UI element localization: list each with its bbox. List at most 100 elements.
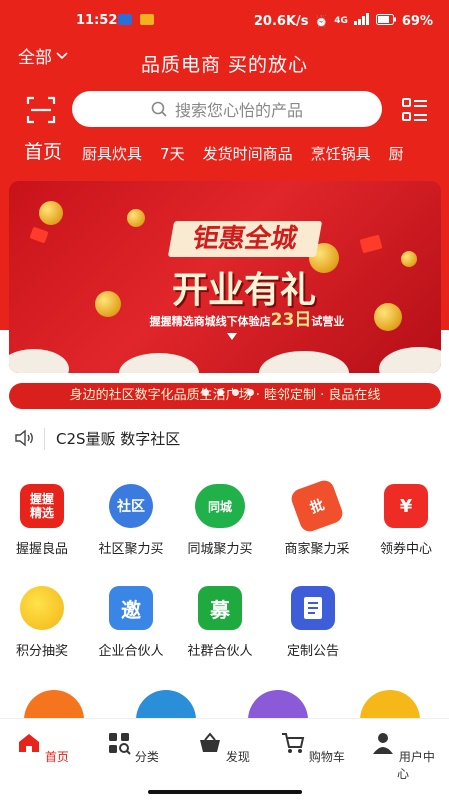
coin-icon: [39, 201, 63, 225]
status-time: 11:52: [76, 13, 118, 28]
banner-title-1: 钜惠全城: [167, 221, 323, 257]
banner-sub-date: 23日: [270, 310, 312, 330]
alarm-icon: ⏰: [314, 14, 329, 28]
notification-icon: [118, 14, 132, 25]
arrow-down-icon: [227, 333, 237, 340]
cloud-decoration: [259, 351, 349, 373]
grid-label: 商家聚力采: [284, 542, 350, 557]
community-clock-icon: 社区: [109, 484, 153, 528]
scan-icon[interactable]: [26, 95, 56, 125]
grid-label: 定制公告: [286, 644, 339, 659]
carousel-dots: [202, 389, 254, 396]
notice-text: C2S量贩 数字社区: [56, 430, 181, 448]
carousel-dot[interactable]: [217, 389, 224, 396]
promo-banner[interactable]: 钜惠全城 开业有礼 握握精选商城线下体验店23日试营业: [9, 181, 441, 373]
search-placeholder: 搜索您心怡的产品: [174, 101, 303, 120]
category-icon: [109, 733, 131, 755]
grid-label: 社群合伙人: [187, 644, 253, 659]
grid-label: 企业合伙人: [98, 644, 164, 659]
nav-category[interactable]: 分类: [98, 731, 168, 765]
grid-item-same-city-buy[interactable]: 同城 同城聚力买: [175, 484, 265, 557]
grid-item-woowo-goods[interactable]: 握握 精选 握握良品: [0, 484, 87, 557]
nav-user-center[interactable]: 用户中心: [368, 731, 438, 782]
status-app-icons: [118, 14, 155, 29]
grid-label: 社区聚力买: [98, 542, 164, 557]
network-type: 4G: [334, 16, 348, 26]
search-input[interactable]: 搜索您心怡的产品: [72, 91, 382, 127]
nav-discover[interactable]: 发现: [189, 731, 259, 765]
nav-label: 购物车: [308, 750, 345, 764]
red-envelope-icon: [29, 226, 49, 244]
wholesale-icon: 批: [288, 477, 346, 535]
category-tabs: 首页 厨具炊具 7天 发货时间商品 烹饪锅具 厨: [0, 136, 449, 164]
coin-icon: [374, 303, 402, 331]
grid-label: 领券中心: [379, 542, 432, 557]
user-icon: [373, 733, 394, 754]
tab-home[interactable]: 首页: [24, 137, 62, 164]
signal-icon: [353, 13, 370, 29]
basket-icon: [200, 732, 221, 752]
search-row: 搜索您心怡的产品: [0, 89, 449, 129]
tab-7days[interactable]: 7天: [160, 143, 185, 164]
carousel-dot[interactable]: [232, 389, 239, 396]
notification-app-icon: [140, 14, 155, 25]
announcement-icon: [291, 586, 335, 630]
cloud-decoration: [119, 353, 199, 373]
speaker-icon: [15, 429, 33, 447]
cloud-decoration: [9, 349, 69, 373]
carousel-dot[interactable]: [247, 389, 254, 396]
battery-level: 69%: [401, 13, 433, 29]
red-envelope-icon: [359, 234, 383, 254]
home-icon: [19, 734, 40, 752]
network-speed: 20.6K/s: [253, 13, 309, 29]
notice-bar[interactable]: C2S量贩 数字社区: [0, 422, 449, 456]
grid-label: 积分抽奖: [15, 644, 68, 659]
cart-icon: [282, 733, 305, 753]
page-slogan: 品质电商 买的放心: [140, 54, 309, 76]
grid-item-custom-announcement[interactable]: 定制公告: [268, 586, 358, 659]
cloud-decoration: [379, 347, 441, 373]
nav-cart[interactable]: 购物车: [278, 731, 348, 765]
nav-label: 首页: [44, 750, 69, 764]
grid-item-points-lottery[interactable]: 积分抽奖: [0, 586, 87, 659]
banner-ticker: 身边的社区数字化品质生活广场 · 睦邻定制 · 良品在线: [9, 383, 441, 409]
coin-icon: [127, 209, 145, 227]
grid-item-coupon-center[interactable]: ¥ 领券中心: [361, 484, 449, 557]
banner-sub-prefix: 握握精选商城线下体验店: [149, 315, 271, 328]
invite-icon: 邀: [109, 586, 153, 630]
grid-item-community-buy[interactable]: 社区 社区聚力买: [86, 484, 176, 557]
nav-home[interactable]: 首页: [8, 731, 78, 765]
recruit-icon: 募: [198, 586, 242, 630]
grid-label: 握握良品: [15, 542, 68, 557]
divider: [44, 428, 45, 450]
carousel-dot[interactable]: [202, 389, 209, 396]
battery-icon: [375, 13, 396, 29]
search-icon: [151, 101, 167, 117]
grid-label: 同城聚力买: [187, 542, 253, 557]
app-screen: 11:52 20.6K/s ⏰ 4G 69% 全部 品质电商 买的放心 搜索您心…: [0, 0, 449, 800]
banner-subtitle: 握握精选商城线下体验店23日试营业: [137, 305, 357, 330]
piggy-bank-icon: [20, 586, 64, 630]
coupon-icon: ¥: [384, 484, 428, 528]
tab-cookware[interactable]: 烹饪锅具: [311, 143, 371, 164]
coin-icon: [95, 291, 121, 317]
category-menu-icon[interactable]: [401, 96, 429, 124]
tab-shipping-time[interactable]: 发货时间商品: [203, 143, 293, 164]
bottom-nav: 首页 分类 发现 购物车 用户中心: [0, 718, 449, 800]
grid-item-enterprise-partner[interactable]: 邀 企业合伙人: [86, 586, 176, 659]
tab-more[interactable]: 厨: [389, 143, 404, 164]
nav-label: 用户中心: [396, 750, 435, 781]
grid-item-community-partner[interactable]: 募 社群合伙人: [175, 586, 265, 659]
nav-label: 分类: [134, 750, 159, 764]
coin-icon: [401, 251, 417, 267]
status-right: 20.6K/s ⏰ 4G 69%: [254, 13, 433, 29]
same-city-cloud-icon: 同城: [195, 484, 245, 528]
banner-sub-suffix: 试营业: [311, 315, 345, 328]
nav-label: 发现: [225, 750, 250, 764]
grid-item-merchant-purchase[interactable]: 批 商家聚力采: [272, 477, 362, 557]
woowo-select-icon: 握握 精选: [20, 484, 64, 528]
top-bar: 全部 品质电商 买的放心: [0, 38, 449, 78]
tab-kitchenware[interactable]: 厨具炊具: [82, 143, 142, 164]
home-indicator[interactable]: [148, 790, 302, 794]
status-bar: 11:52 20.6K/s ⏰ 4G 69%: [0, 10, 449, 34]
